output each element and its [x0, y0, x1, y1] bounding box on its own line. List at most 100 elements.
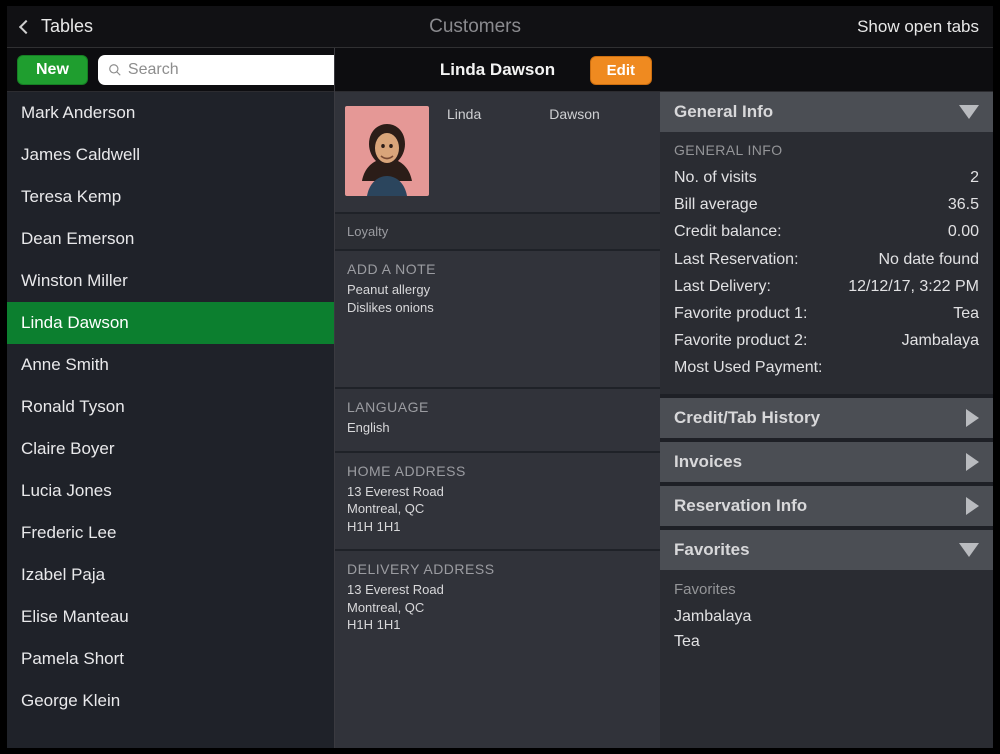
- info-key: Bill average: [674, 191, 758, 218]
- customer-item[interactable]: Pamela Short: [7, 638, 334, 680]
- note-section: ADD A NOTE Peanut allergy Dislikes onion…: [335, 249, 660, 387]
- last-name: Dawson: [549, 106, 600, 196]
- home-address-section: HOME ADDRESS 13 Everest Road Montreal, Q…: [335, 451, 660, 550]
- note-heading: ADD A NOTE: [335, 251, 660, 279]
- credit-history-title: Credit/Tab History: [674, 408, 820, 428]
- favorites-header[interactable]: Favorites: [660, 530, 993, 570]
- info-key: Last Reservation:: [674, 246, 799, 273]
- delivery-address-section: DELIVERY ADDRESS 13 Everest Road Montrea…: [335, 549, 660, 648]
- customer-item[interactable]: Lucia Jones: [7, 470, 334, 512]
- reservation-info-title: Reservation Info: [674, 496, 807, 516]
- customer-list[interactable]: Mark AndersonJames CaldwellTeresa KempDe…: [7, 92, 334, 748]
- general-info-body: GENERAL INFO No. of visits 2 Bill average 3…: [660, 132, 993, 394]
- info-key: Most Used Payment:: [674, 354, 823, 381]
- customer-item[interactable]: James Caldwell: [7, 134, 334, 176]
- search-field-wrap[interactable]: [98, 55, 345, 85]
- addr-line: H1H 1H1: [347, 518, 648, 536]
- info-value: Tea: [953, 300, 979, 327]
- chevron-right-icon: [966, 497, 979, 515]
- info-value: 2: [970, 164, 979, 191]
- page-title: Customers: [429, 16, 521, 38]
- info-value: 12/12/17, 3:22 PM: [848, 273, 979, 300]
- language-value: English: [335, 417, 660, 451]
- edit-customer-button[interactable]: Edit: [590, 56, 652, 85]
- credit-history-header[interactable]: Credit/Tab History: [660, 398, 993, 438]
- back-button[interactable]: Tables: [21, 16, 93, 37]
- favorite-item: Jambalaya: [674, 604, 979, 630]
- search-icon: [108, 63, 122, 77]
- customer-item[interactable]: Izabel Paja: [7, 554, 334, 596]
- favorites-body: Favorites JambalayaTea: [660, 570, 993, 671]
- delivery-address-body: 13 Everest Road Montreal, QC H1H 1H1: [335, 579, 660, 648]
- info-key: No. of visits: [674, 164, 757, 191]
- addr-line: H1H 1H1: [347, 616, 648, 634]
- top-bar: Tables Customers Show open tabs: [7, 6, 993, 48]
- home-address-heading: HOME ADDRESS: [335, 453, 660, 481]
- info-row: Most Used Payment:: [674, 354, 979, 381]
- delivery-address-heading: DELIVERY ADDRESS: [335, 551, 660, 579]
- loyalty-label: Loyalty: [335, 212, 660, 249]
- customer-item[interactable]: Ronald Tyson: [7, 386, 334, 428]
- info-row: Credit balance: 0.00: [674, 218, 979, 245]
- general-info-subhead: GENERAL INFO: [674, 142, 979, 158]
- first-name: Linda: [447, 106, 481, 196]
- chevron-right-icon: [966, 409, 979, 427]
- info-value: Jambalaya: [902, 327, 979, 354]
- customer-item[interactable]: Frederic Lee: [7, 512, 334, 554]
- info-value: 0.00: [948, 218, 979, 245]
- chevron-down-icon: [959, 105, 979, 119]
- favorites-subhead: Favorites: [674, 578, 979, 602]
- language-heading: LANGUAGE: [335, 389, 660, 417]
- customer-item[interactable]: George Klein: [7, 680, 334, 722]
- addr-line: Montreal, QC: [347, 500, 648, 518]
- customer-item[interactable]: Claire Boyer: [7, 428, 334, 470]
- info-row: Favorite product 1: Tea: [674, 300, 979, 327]
- info-row: Last Delivery: 12/12/17, 3:22 PM: [674, 273, 979, 300]
- customer-detail-header: Linda Dawson Edit: [335, 48, 660, 92]
- addr-line: Montreal, QC: [347, 599, 648, 617]
- customer-list-toolbar: New: [7, 48, 334, 92]
- chevron-right-icon: [966, 453, 979, 471]
- search-input[interactable]: [128, 61, 335, 79]
- info-panel: General Info GENERAL INFO No. of visits 2…: [660, 48, 993, 748]
- customer-item[interactable]: Winston Miller: [7, 260, 334, 302]
- back-label: Tables: [41, 16, 93, 37]
- info-key: Credit balance:: [674, 218, 782, 245]
- show-open-tabs-button[interactable]: Show open tabs: [857, 17, 979, 37]
- reservation-info-header[interactable]: Reservation Info: [660, 486, 993, 526]
- favorite-item: Tea: [674, 629, 979, 655]
- customer-list-panel: New Mark AndersonJames CaldwellTeresa Ke…: [7, 48, 334, 748]
- info-key: Favorite product 2:: [674, 327, 807, 354]
- note-line: Peanut allergy: [347, 281, 648, 299]
- customer-item[interactable]: Teresa Kemp: [7, 176, 334, 218]
- info-value: 36.5: [948, 191, 979, 218]
- info-row: Favorite product 2: Jambalaya: [674, 327, 979, 354]
- favorites-title: Favorites: [674, 540, 750, 560]
- info-key: Last Delivery:: [674, 273, 771, 300]
- customer-detail-panel: Linda Dawson Edit Linda Dawson: [334, 48, 660, 748]
- invoices-title: Invoices: [674, 452, 742, 472]
- home-address-body: 13 Everest Road Montreal, QC H1H 1H1: [335, 481, 660, 550]
- addr-line: 13 Everest Road: [347, 581, 648, 599]
- new-customer-button[interactable]: New: [17, 55, 88, 85]
- customer-item[interactable]: Elise Manteau: [7, 596, 334, 638]
- customer-full-name: Linda Dawson: [440, 60, 555, 80]
- customer-item[interactable]: Anne Smith: [7, 344, 334, 386]
- general-info-title: General Info: [674, 102, 773, 122]
- profile-box: Linda Dawson: [335, 92, 660, 212]
- customer-item[interactable]: Linda Dawson: [7, 302, 334, 344]
- general-info-header[interactable]: General Info: [660, 92, 993, 132]
- note-body[interactable]: Peanut allergy Dislikes onions: [335, 279, 660, 387]
- info-panel-header-pad: [660, 48, 993, 92]
- info-key: Favorite product 1:: [674, 300, 807, 327]
- info-row: Bill average 36.5: [674, 191, 979, 218]
- avatar: [345, 106, 429, 196]
- invoices-header[interactable]: Invoices: [660, 442, 993, 482]
- customer-item[interactable]: Dean Emerson: [7, 218, 334, 260]
- chevron-down-icon: [959, 543, 979, 557]
- language-section: LANGUAGE English: [335, 387, 660, 451]
- info-row: No. of visits 2: [674, 164, 979, 191]
- customer-item[interactable]: Mark Anderson: [7, 92, 334, 134]
- info-row: Last Reservation:No date found: [674, 246, 979, 273]
- chevron-left-icon: [19, 19, 33, 33]
